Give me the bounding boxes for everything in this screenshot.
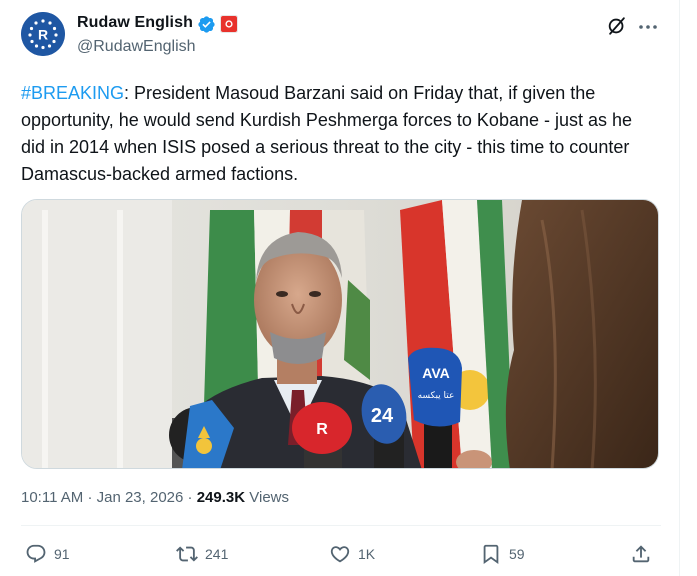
bookmark-icon — [483, 544, 499, 565]
tweet-media-image[interactable]: R 24 AVA عتا يبكسه — [21, 199, 659, 469]
bookmark-button[interactable]: 59 — [480, 541, 525, 567]
author-handle[interactable]: @RudawEnglish — [77, 38, 196, 56]
views-count[interactable]: 249.3K — [197, 489, 245, 506]
repost-button[interactable]: 241 — [176, 541, 228, 567]
tweet-meta: 10:11 AM · Jan 23, 2026 · 249.3K Views — [21, 489, 289, 506]
more-options-icon[interactable] — [636, 15, 660, 39]
mic-label-r: R — [316, 421, 328, 438]
press-conference-photo: R 24 AVA عتا يبكسه — [22, 200, 658, 468]
repost-icon — [176, 546, 198, 562]
divider — [21, 525, 661, 526]
meta-separator: · — [187, 489, 193, 506]
kurdistan-flag-affiliate-icon[interactable] — [220, 15, 238, 33]
reply-icon — [26, 544, 46, 563]
tweet-time[interactable]: 10:11 AM — [21, 489, 83, 506]
mic-label-24: 24 — [371, 405, 394, 427]
rudaw-logo-icon: R — [21, 12, 65, 56]
like-button[interactable]: 1K — [329, 541, 375, 567]
share-button[interactable] — [630, 541, 652, 567]
mic-label-ava: AVA — [422, 365, 449, 381]
tweet-date[interactable]: Jan 23, 2026 — [97, 489, 184, 506]
reply-count: 91 — [54, 546, 70, 562]
meta-separator: · — [87, 489, 93, 506]
like-count: 1K — [358, 546, 376, 562]
hashtag-link[interactable]: #BREAKING — [21, 83, 124, 103]
verified-badge-icon[interactable] — [197, 15, 216, 34]
tweet-text: #BREAKING: President Masoud Barzani said… — [21, 80, 661, 188]
repost-count: 241 — [205, 546, 229, 562]
tweet-card: R Rudaw English @RudawEnglish #BREAKING:… — [0, 0, 680, 576]
views-label: Views — [249, 489, 289, 506]
bookmark-count: 59 — [509, 546, 525, 562]
grok-icon[interactable] — [606, 15, 628, 37]
author-avatar[interactable]: R — [21, 12, 65, 56]
author-name[interactable]: Rudaw English — [77, 14, 193, 32]
reply-button[interactable]: 91 — [25, 541, 70, 567]
share-icon — [632, 545, 650, 563]
heart-icon — [330, 546, 350, 563]
avatar-letter: R — [38, 27, 48, 43]
mic-label-arabic: عتا يبكسه — [418, 391, 455, 401]
